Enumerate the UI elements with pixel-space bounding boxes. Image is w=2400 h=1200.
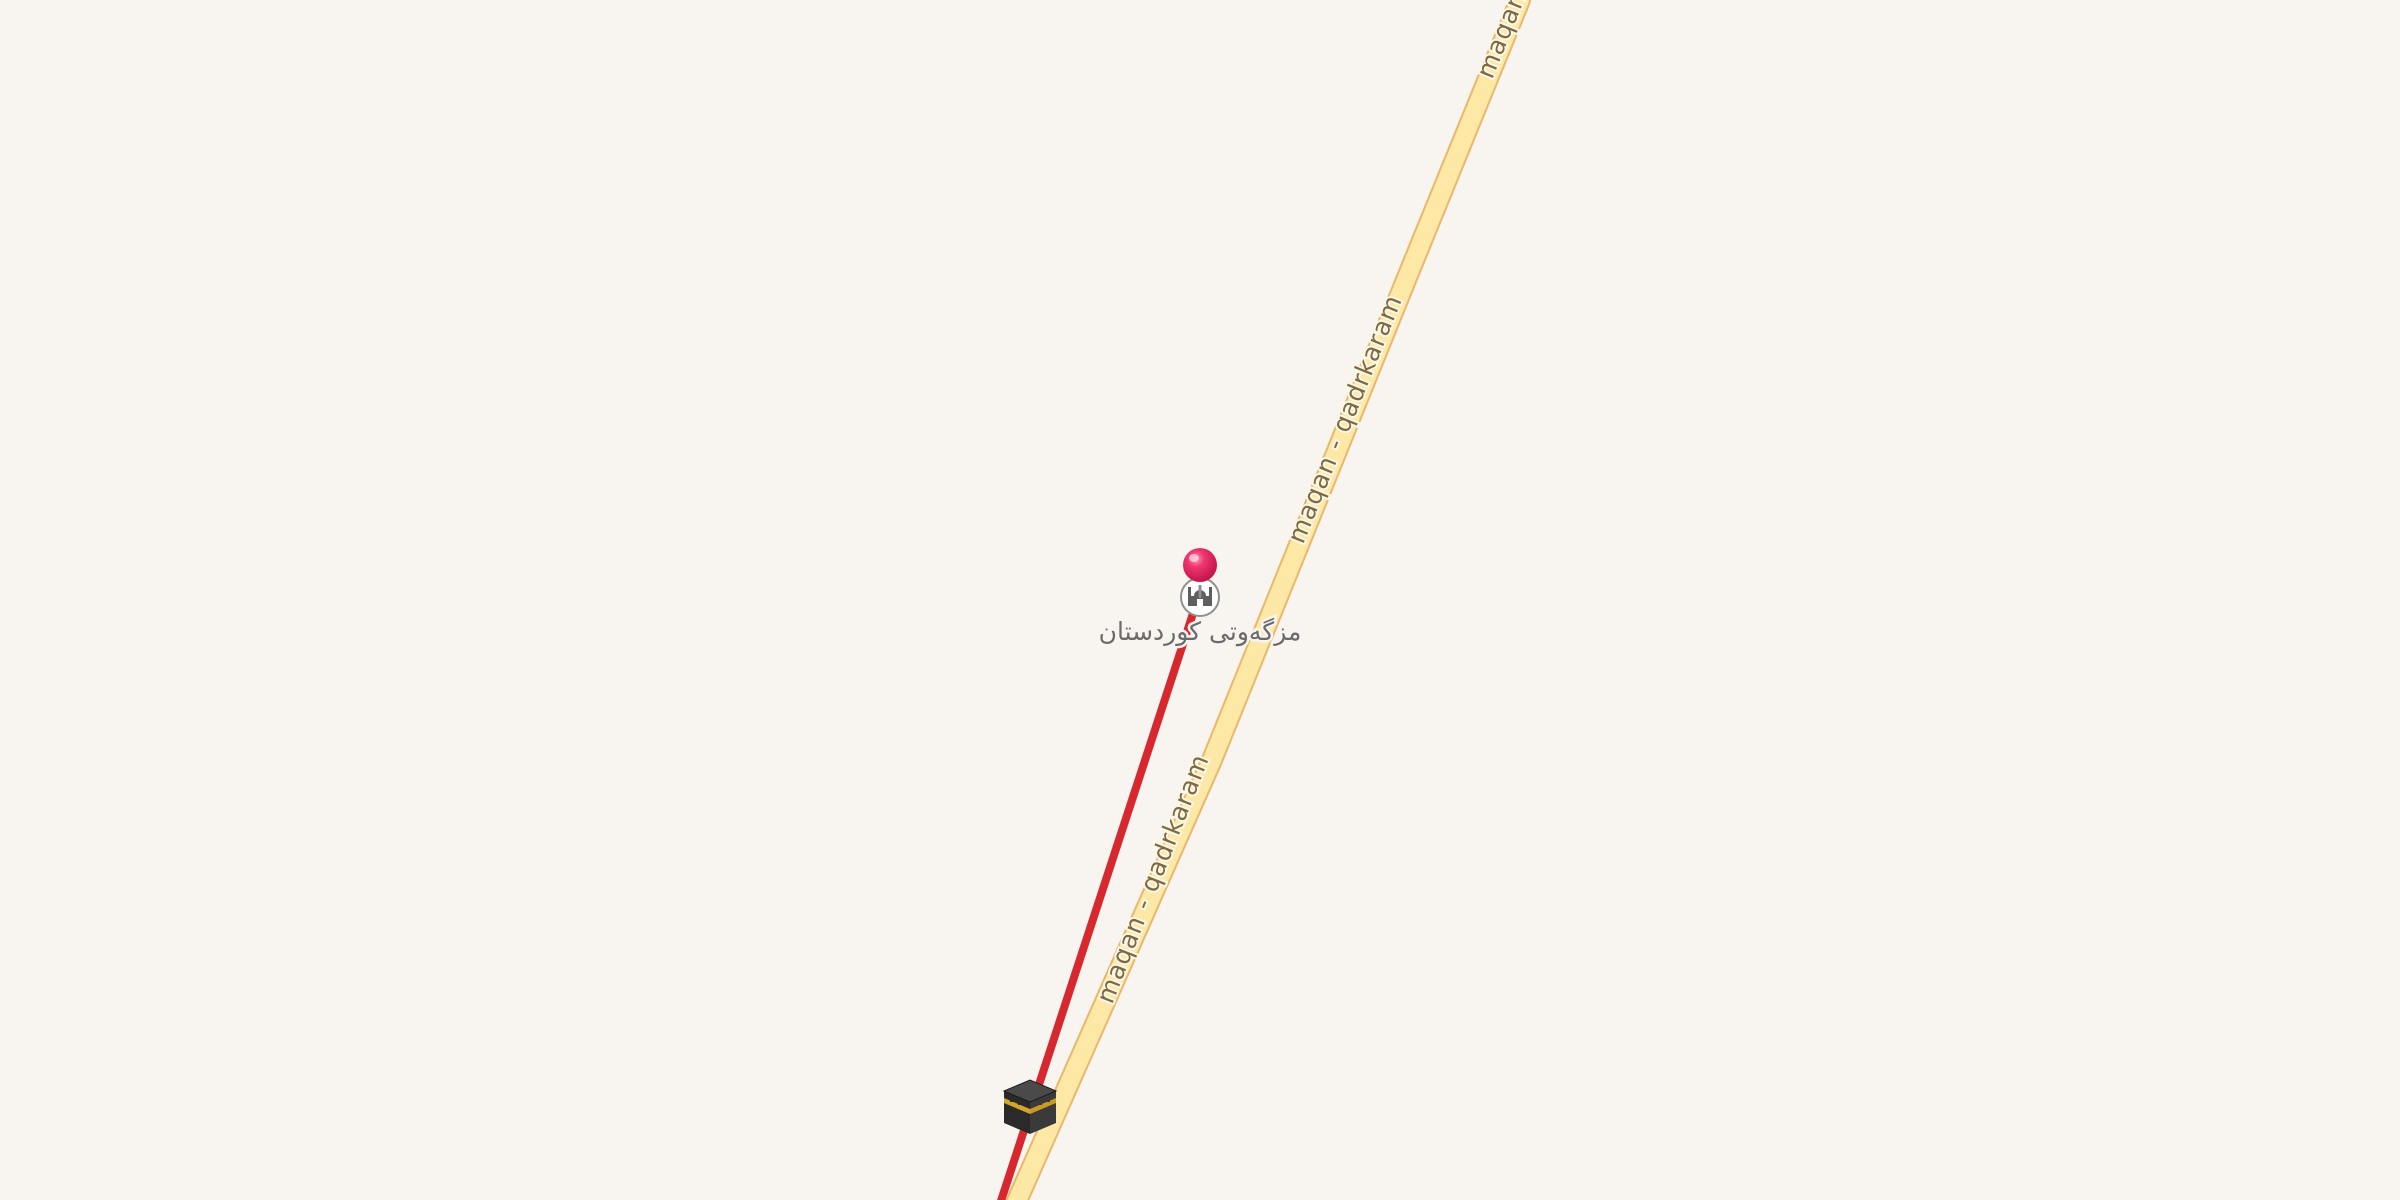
road-maqan-qadrkaram[interactable]	[1005, 0, 1531, 1200]
kaaba-icon[interactable]	[1002, 1079, 1058, 1134]
poi-label: مزگەوتی کوردستان	[1099, 617, 1302, 647]
map-canvas[interactable]: maqan - qadrkaram maqan - qadrkaram maqa…	[0, 0, 2400, 1200]
road-label: maqan - qadrkaram	[1471, 0, 1597, 82]
map-layer[interactable]: maqan - qadrkaram maqan - qadrkaram maqa…	[0, 0, 2400, 1200]
road-label: maqan - qadrkaram	[1282, 290, 1408, 547]
